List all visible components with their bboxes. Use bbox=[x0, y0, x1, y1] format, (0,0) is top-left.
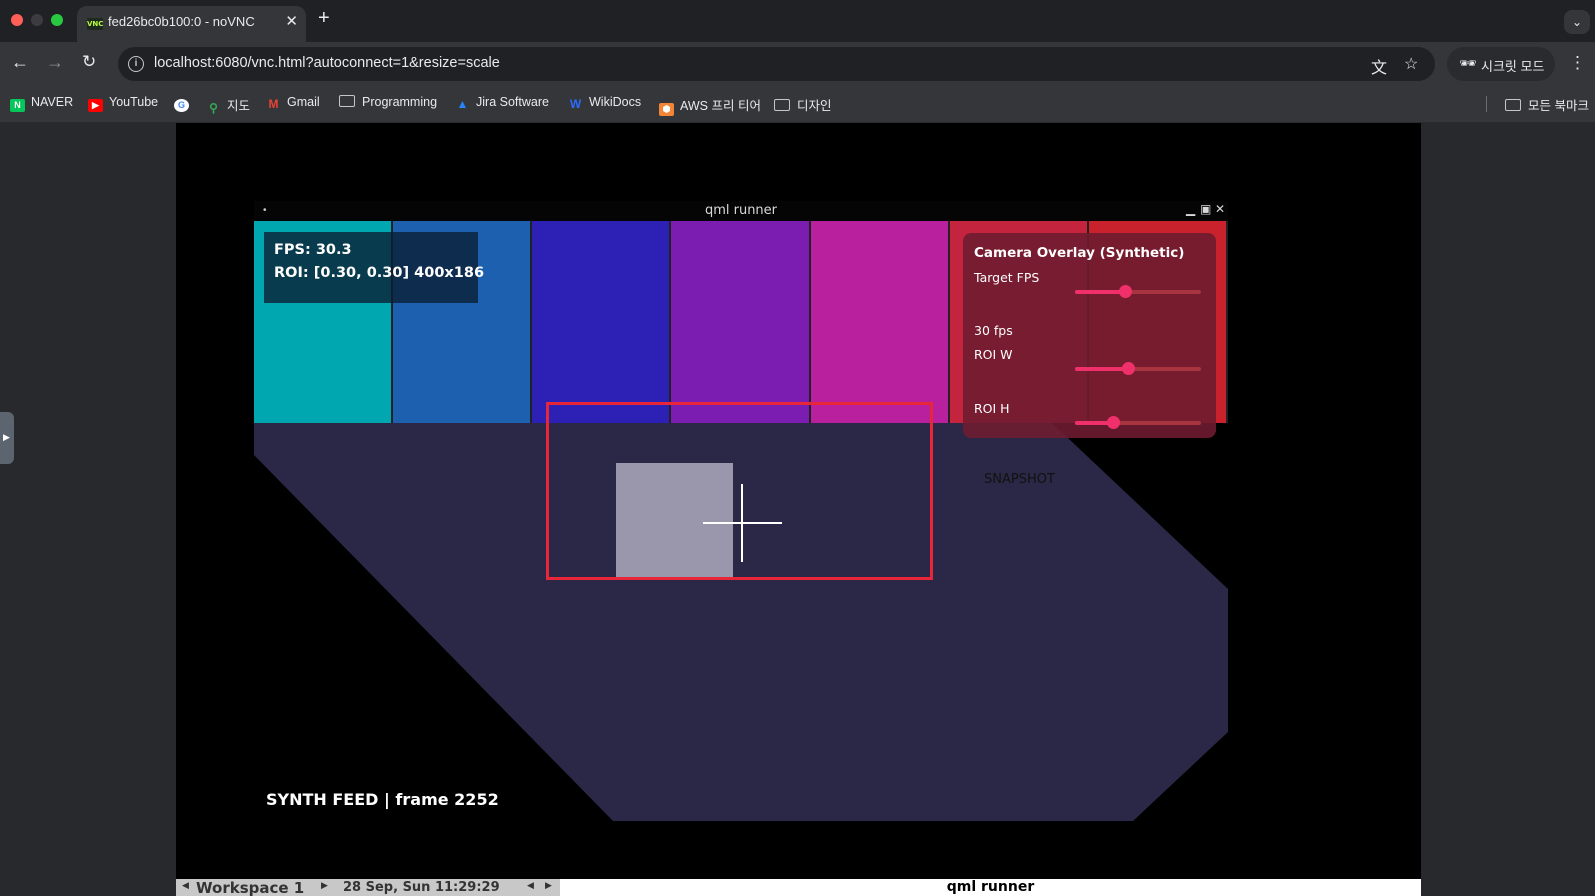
color-bar bbox=[810, 221, 950, 423]
close-icon[interactable]: ✕ bbox=[1215, 202, 1225, 216]
roi-readout: ROI: [0.30, 0.30] 400x186 bbox=[274, 265, 485, 281]
vnc-favicon-icon: VNC bbox=[87, 18, 104, 30]
maps-icon: ⚲ bbox=[209, 101, 218, 115]
snapshot-button[interactable]: SNAPSHOT bbox=[984, 472, 1055, 487]
novnc-control-bar-handle[interactable]: ▶ bbox=[0, 412, 14, 464]
slider-fill bbox=[1075, 290, 1126, 294]
roi-h-slider[interactable] bbox=[1075, 416, 1201, 429]
target-fps-slider[interactable] bbox=[1075, 285, 1201, 298]
roi-w-label: ROI W bbox=[974, 347, 1013, 362]
bookmark-star-icon[interactable]: ☆ bbox=[1404, 54, 1418, 74]
youtube-icon: ▶ bbox=[88, 99, 103, 112]
bookmark-label: WikiDocs bbox=[589, 95, 642, 109]
kebab-menu-icon[interactable]: ⋮ bbox=[1569, 53, 1586, 73]
close-tab-icon[interactable]: ✕ bbox=[285, 12, 298, 30]
translate-icon[interactable]: ⽂ bbox=[1371, 54, 1387, 78]
gmail-icon: M bbox=[268, 97, 279, 111]
bookmarks-divider bbox=[1486, 96, 1487, 112]
workspace-label: Workspace 1 bbox=[196, 879, 305, 896]
incognito-icon: 🕶 bbox=[1459, 55, 1477, 71]
site-info-icon[interactable]: i bbox=[128, 56, 144, 72]
jira-icon: ▲ bbox=[456, 97, 469, 111]
bookmark-label: YouTube bbox=[109, 95, 159, 109]
bookmark-aws[interactable]: ⬢ AWS 프리 티어 bbox=[659, 95, 761, 116]
close-window-button[interactable] bbox=[11, 14, 23, 26]
roi-h-label: ROI H bbox=[974, 401, 1010, 416]
slider-knob[interactable] bbox=[1121, 362, 1135, 375]
slider-knob[interactable] bbox=[1106, 416, 1120, 429]
workspace-switcher[interactable]: ◀ Workspace 1 ▶ 28 Sep, Sun 11:29:29 ◀ ▶ bbox=[176, 879, 560, 896]
folder-icon bbox=[774, 99, 790, 111]
url-text[interactable]: localhost:6080/vnc.html?autoconnect=1&re… bbox=[154, 55, 500, 71]
bookmark-label: Jira Software bbox=[476, 95, 549, 109]
target-fps-label: Target FPS bbox=[974, 270, 1040, 285]
bookmark-gmail[interactable]: M Gmail bbox=[266, 95, 320, 111]
stats-overlay: FPS: 30.3 ROI: [0.30, 0.30] 400x186 bbox=[264, 232, 484, 303]
prev-window-icon[interactable]: ◀ bbox=[527, 881, 534, 891]
active-tab[interactable]: VNC fed26bc0b100:0 - noVNC ✕ bbox=[77, 6, 306, 42]
bookmark-google[interactable]: G bbox=[174, 95, 195, 112]
roi-w-slider[interactable] bbox=[1075, 362, 1201, 375]
remote-desktop-canvas[interactable]: • qml runner ▁ ▣ ✕ FPS: 30.3 ROI: [0.30,… bbox=[176, 123, 1421, 896]
next-workspace-icon[interactable]: ▶ bbox=[321, 881, 328, 891]
qml-runner-window: • qml runner ▁ ▣ ✕ FPS: 30.3 ROI: [0.30,… bbox=[254, 201, 1228, 821]
bookmark-programming[interactable]: Programming bbox=[339, 95, 437, 109]
clock: 28 Sep, Sun 11:29:29 bbox=[343, 880, 500, 895]
taskbar-active-window[interactable]: qml runner bbox=[560, 879, 1421, 895]
browser-toolbar: ← → ↻ i localhost:6080/vnc.html?autoconn… bbox=[0, 42, 1595, 86]
aws-icon: ⬢ bbox=[659, 103, 674, 116]
back-arrow-icon[interactable]: ← bbox=[11, 52, 29, 73]
panel-title: Camera Overlay (Synthetic) bbox=[974, 245, 1185, 261]
minimize-window-button[interactable] bbox=[31, 14, 43, 26]
synth-feed-label: SYNTH FEED | frame 2252 bbox=[266, 790, 499, 809]
tab-title: fed26bc0b100:0 - noVNC bbox=[108, 14, 255, 29]
bookmark-youtube[interactable]: ▶ YouTube bbox=[88, 95, 158, 112]
forward-arrow-icon[interactable]: → bbox=[46, 52, 64, 73]
bookmark-label: 지도 bbox=[227, 99, 251, 113]
minimize-icon[interactable]: ▁ bbox=[1186, 202, 1195, 216]
address-bar[interactable]: i localhost:6080/vnc.html?autoconnect=1&… bbox=[118, 47, 1435, 81]
naver-icon: N bbox=[10, 99, 25, 112]
qml-scene: FPS: 30.3 ROI: [0.30, 0.30] 400x186 Came… bbox=[254, 221, 1228, 821]
bookmark-naver[interactable]: N NAVER bbox=[10, 95, 73, 112]
zoom-window-button[interactable] bbox=[51, 14, 63, 26]
tab-strip: VNC fed26bc0b100:0 - noVNC ✕ + ⌄ bbox=[0, 0, 1595, 42]
expand-arrow-icon: ▶ bbox=[3, 432, 10, 442]
roi-rectangle[interactable] bbox=[546, 402, 933, 580]
bookmark-design[interactable]: 디자인 bbox=[774, 95, 832, 114]
bookmark-label: AWS 프리 티어 bbox=[680, 99, 761, 113]
color-bar bbox=[532, 221, 672, 423]
qml-window-title: qml runner bbox=[704, 203, 778, 218]
remote-taskbar: ◀ Workspace 1 ▶ 28 Sep, Sun 11:29:29 ◀ ▶… bbox=[176, 879, 1421, 896]
slider-knob[interactable] bbox=[1119, 285, 1133, 298]
incognito-mode-button[interactable]: 🕶 시크릿 모드 bbox=[1447, 47, 1555, 81]
folder-icon bbox=[339, 95, 355, 107]
qml-titlebar[interactable]: • qml runner ▁ ▣ ✕ bbox=[254, 201, 1228, 221]
camera-overlay-panel: Camera Overlay (Synthetic) Target FPS 30… bbox=[963, 233, 1216, 438]
slider-fill bbox=[1075, 367, 1128, 371]
bookmarks-bar: N NAVER ▶ YouTube G ⚲ 지도 M Gmail Programming… bbox=[0, 86, 1595, 123]
new-tab-icon[interactable]: + bbox=[318, 7, 330, 30]
maximize-icon[interactable]: ▣ bbox=[1200, 202, 1211, 216]
folder-icon bbox=[1505, 99, 1521, 111]
bookmark-wikidocs[interactable]: W WikiDocs bbox=[568, 95, 641, 111]
prev-workspace-icon[interactable]: ◀ bbox=[182, 881, 189, 891]
next-window-icon[interactable]: ▶ bbox=[545, 881, 552, 891]
reload-icon[interactable]: ↻ bbox=[82, 52, 96, 72]
bookmark-label: 모든 북마크 bbox=[1528, 99, 1589, 113]
bookmark-label: 디자인 bbox=[797, 99, 832, 113]
bookmark-label: Programming bbox=[362, 95, 438, 109]
bookmark-maps[interactable]: ⚲ 지도 bbox=[206, 95, 250, 115]
all-bookmarks[interactable]: 모든 북마크 bbox=[1505, 95, 1589, 114]
fps-readout: FPS: 30.3 bbox=[274, 242, 352, 258]
bookmark-label: NAVER bbox=[31, 95, 74, 109]
bookmark-jira[interactable]: ▲ Jira Software bbox=[455, 95, 549, 111]
target-fps-value: 30 fps bbox=[974, 323, 1013, 338]
google-icon: G bbox=[174, 99, 189, 112]
incognito-label: 시크릿 모드 bbox=[1481, 59, 1545, 74]
color-bar bbox=[671, 221, 811, 423]
bookmark-label: Gmail bbox=[287, 95, 320, 109]
wikidocs-icon: W bbox=[569, 97, 582, 111]
tab-search-chevron-icon[interactable]: ⌄ bbox=[1564, 10, 1590, 34]
